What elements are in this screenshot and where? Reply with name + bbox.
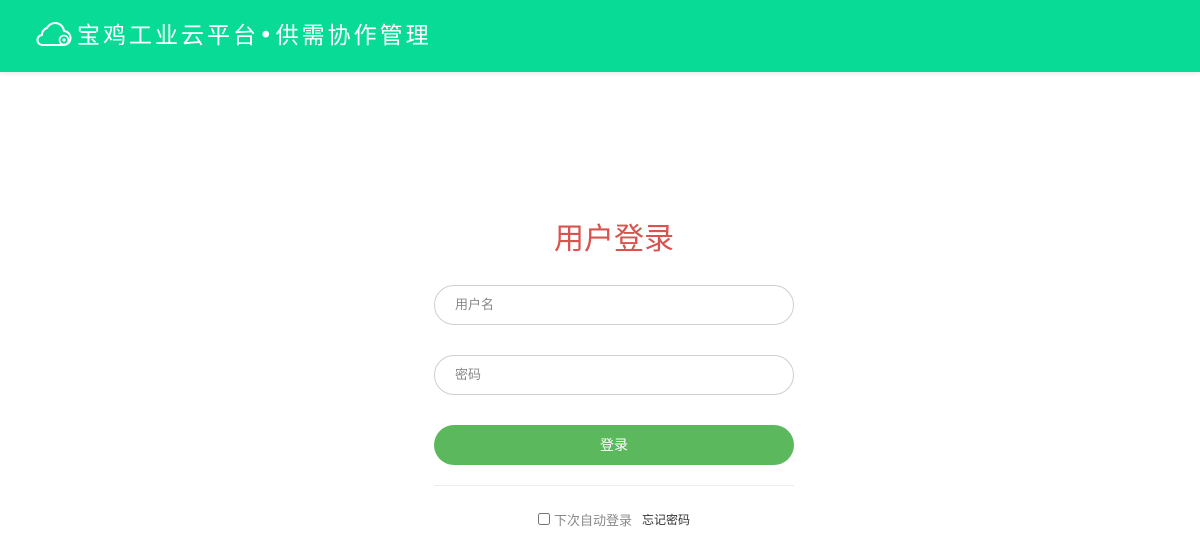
- remember-me-checkbox[interactable]: [537, 513, 550, 525]
- login-options-row: 下次自动登录 忘记密码: [434, 509, 794, 529]
- login-button[interactable]: 登录: [434, 425, 794, 465]
- header-bar: 宝鸡工业云平台•供需协作管理: [0, 0, 1200, 72]
- forgot-password-link[interactable]: 忘记密码: [642, 511, 690, 528]
- brand-title: 宝鸡工业云平台•供需协作管理: [77, 23, 432, 49]
- remember-me-label[interactable]: 下次自动登录: [554, 510, 632, 529]
- username-input[interactable]: [434, 285, 794, 325]
- password-input[interactable]: [434, 355, 794, 395]
- login-title: 用户登录: [554, 222, 674, 257]
- cloud-logo-icon: [36, 22, 72, 46]
- divider: [434, 485, 794, 486]
